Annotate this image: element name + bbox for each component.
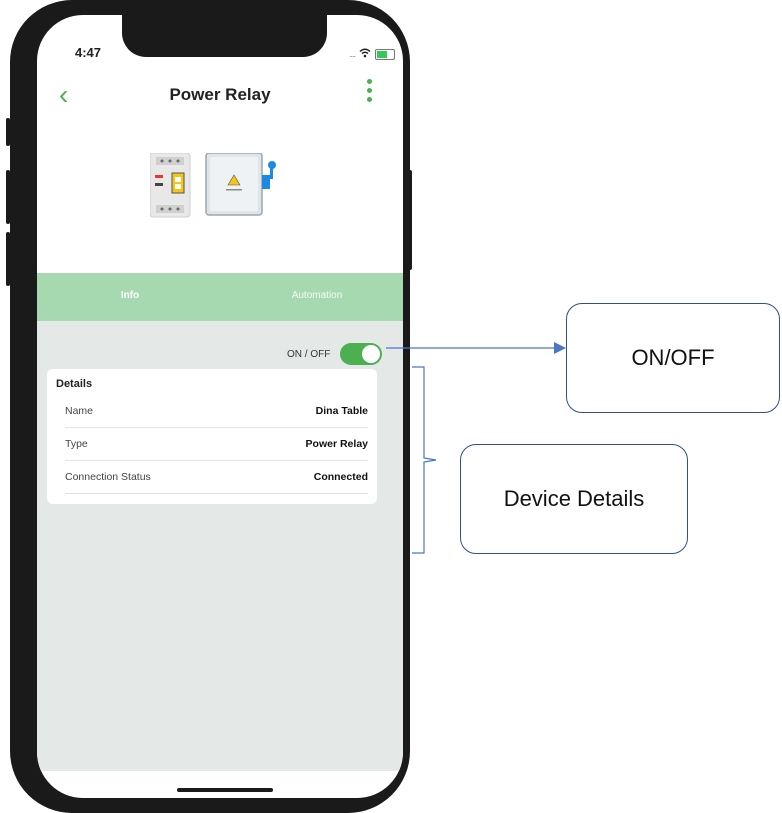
onoff-callout: ON/OFF [566,303,780,413]
device-details-callout: Device Details [460,444,688,554]
